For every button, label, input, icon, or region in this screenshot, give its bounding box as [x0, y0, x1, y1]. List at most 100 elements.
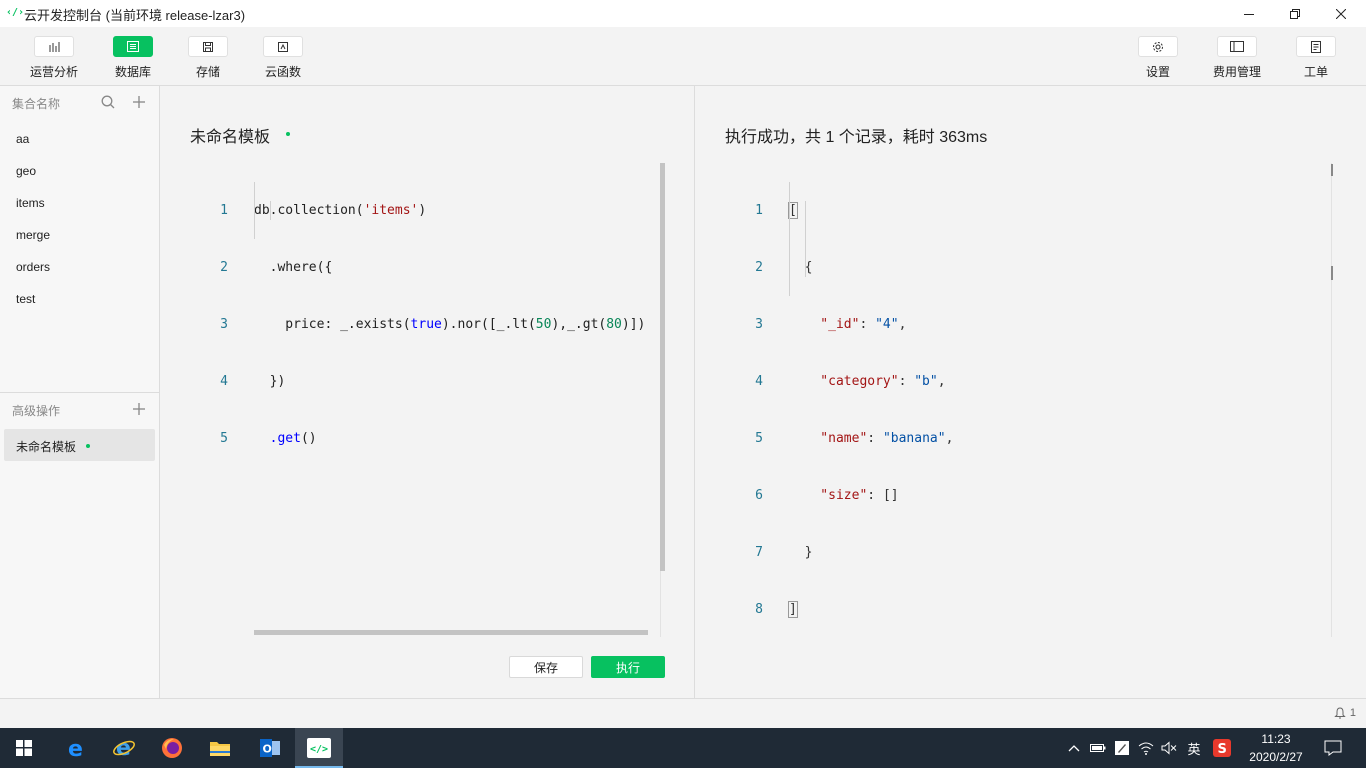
taskbar-outlook[interactable]: O	[246, 728, 294, 768]
collection-item-label: geo	[16, 164, 37, 178]
tool-ticket[interactable]: 工单	[1286, 36, 1346, 82]
line-number: 8	[755, 602, 763, 617]
json-token: :	[898, 374, 915, 389]
collection-item-label: test	[16, 292, 36, 306]
sogou-ime-icon[interactable]: S	[1210, 728, 1234, 768]
close-button[interactable]	[1318, 0, 1364, 27]
tool-label: 云函数	[264, 65, 301, 79]
database-icon	[113, 36, 153, 57]
tray-chevron-up-icon[interactable]	[1064, 728, 1084, 768]
minimize-button[interactable]	[1226, 0, 1272, 27]
json-token: :	[867, 431, 883, 446]
search-icon[interactable]	[100, 94, 116, 110]
status-bar: 1	[0, 698, 1366, 728]
json-token: ,	[898, 317, 907, 332]
code-token: true	[410, 317, 442, 332]
json-token: ,	[937, 374, 946, 389]
collections-header: 集合名称	[0, 86, 159, 118]
clock-time: 11:23	[1261, 732, 1291, 746]
collection-item[interactable]: aa	[0, 123, 159, 155]
gear-icon	[1138, 36, 1178, 57]
taskbar-devtools[interactable]: </>	[295, 728, 343, 768]
indent-guide	[270, 201, 271, 220]
code-token: 'items'	[363, 203, 419, 218]
code-token: )	[418, 203, 427, 218]
editor-panel: 未命名模板 1 2 3 4 5 db.collection('items') .…	[160, 86, 695, 698]
collections-header-label: 集合名称	[12, 97, 61, 111]
collection-item[interactable]: merge	[0, 219, 159, 251]
code-line: .where({	[254, 258, 645, 277]
json-line: {	[789, 258, 953, 277]
pen-tray-icon[interactable]	[1112, 728, 1132, 768]
collection-item-label: items	[16, 196, 45, 210]
tool-database[interactable]: 数据库	[103, 36, 163, 82]
add-collection-icon[interactable]	[131, 94, 147, 110]
tool-settings[interactable]: 设置	[1128, 36, 1188, 82]
tool-billing[interactable]: 费用管理	[1207, 36, 1267, 82]
start-button[interactable]	[0, 728, 48, 768]
code-token: )])	[621, 317, 646, 332]
unsaved-dot	[286, 132, 290, 136]
json-key: "category"	[789, 374, 899, 389]
collection-item[interactable]: geo	[0, 155, 159, 187]
code-token: .where({	[254, 260, 333, 275]
battery-icon[interactable]	[1088, 728, 1108, 768]
editor-vertical-scrollbar[interactable]	[660, 163, 665, 571]
taskbar-firefox[interactable]	[148, 728, 196, 768]
json-token: [	[788, 202, 798, 219]
indent-guide	[805, 201, 806, 277]
result-title: 执行成功，共 1 个记录，耗时 363ms	[725, 129, 988, 146]
taskbar-ie[interactable]: e	[100, 728, 148, 768]
json-line: "_id": "4",	[789, 315, 953, 334]
json-key: "size"	[789, 488, 868, 503]
ime-indicator[interactable]: 英	[1183, 728, 1205, 768]
json-key: "name"	[789, 431, 868, 446]
clock[interactable]: 11:23 2020/2/27	[1238, 730, 1314, 766]
tool-storage[interactable]: 存储	[178, 36, 238, 82]
code-token: ()	[300, 431, 317, 446]
taskbar-explorer[interactable]	[196, 728, 244, 768]
svg-text:</>: </>	[310, 744, 328, 755]
json-line: [	[788, 201, 953, 220]
ticket-icon	[1296, 36, 1336, 57]
code-token: .get	[254, 431, 301, 446]
json-token: {	[789, 260, 813, 275]
notification-indicator[interactable]: 1	[1334, 707, 1356, 719]
taskbar: e e O </> 英 S 11:23 2020/2/27	[0, 728, 1366, 768]
editor-horizontal-scrollbar[interactable]	[254, 630, 648, 635]
clock-date: 2020/2/27	[1249, 750, 1303, 764]
json-value: "b"	[914, 374, 938, 389]
add-template-icon[interactable]	[131, 401, 147, 417]
taskbar-edge[interactable]: e	[52, 728, 100, 768]
action-center-icon[interactable]	[1318, 728, 1348, 768]
collection-item[interactable]: items	[0, 187, 159, 219]
restore-button[interactable]	[1272, 0, 1318, 27]
collection-item-label: aa	[16, 132, 30, 146]
indent-guide	[254, 182, 255, 239]
run-button[interactable]: 执行	[591, 656, 665, 678]
volume-muted-icon[interactable]	[1159, 728, 1179, 768]
json-line: }	[789, 543, 953, 562]
result-panel: 执行成功，共 1 个记录，耗时 363ms 1 2 3 4 5 6 7 8 [ …	[695, 86, 1366, 698]
collection-item[interactable]: orders	[0, 251, 159, 283]
indent-guide	[789, 182, 790, 296]
code-token: })	[254, 374, 286, 389]
tool-analytics[interactable]: 运营分析	[24, 36, 84, 82]
result-viewer[interactable]: [ { "_id": "4", "category": "b", "name":…	[788, 163, 953, 657]
json-line: "category": "b",	[789, 372, 953, 391]
tool-label: 存储	[195, 65, 220, 79]
collection-item-label: merge	[16, 228, 51, 242]
collection-item[interactable]: test	[0, 283, 159, 315]
code-editor[interactable]: db.collection('items') .where({ price: _…	[254, 163, 645, 486]
wifi-icon[interactable]	[1136, 728, 1156, 768]
template-item[interactable]: 未命名模板	[4, 429, 155, 461]
save-button[interactable]: 保存	[509, 656, 583, 678]
code-line: .get()	[254, 429, 645, 448]
tool-label: 运营分析	[29, 65, 78, 79]
code-token: ),_.gt(	[551, 317, 607, 332]
tool-functions[interactable]: 云函数	[253, 36, 313, 82]
code-line: price: _.exists(true).nor([_.lt(50),_.gt…	[254, 315, 645, 334]
tool-label: 数据库	[114, 65, 151, 79]
collection-item-label: orders	[16, 260, 51, 274]
tool-label: 设置	[1145, 65, 1170, 79]
